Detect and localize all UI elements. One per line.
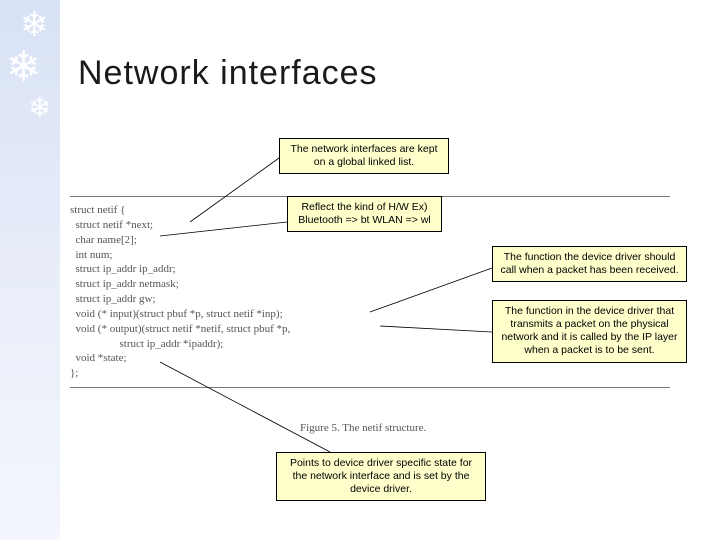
callout-output-fn: The function in the device driver that t… bbox=[492, 300, 687, 363]
snowflake-icon: ❄ bbox=[20, 8, 49, 42]
figure-caption: Figure 5. The netif structure. bbox=[300, 422, 426, 434]
slide-title: Network interfaces bbox=[78, 54, 378, 93]
callout-input-fn: The function the device driver should ca… bbox=[492, 246, 687, 282]
snowflake-icon: ❄ bbox=[28, 94, 51, 122]
callout-state-ptr: Points to device driver specific state f… bbox=[276, 452, 486, 501]
callout-hw-kind: Reflect the kind of H/W Ex) Bluetooth =>… bbox=[287, 196, 442, 232]
snowflake-icon: ❄ bbox=[6, 46, 41, 88]
slide-accent-bar: ❄ ❄ ❄ bbox=[0, 0, 60, 540]
callout-linked-list: The network interfaces are kept on a glo… bbox=[279, 138, 449, 174]
